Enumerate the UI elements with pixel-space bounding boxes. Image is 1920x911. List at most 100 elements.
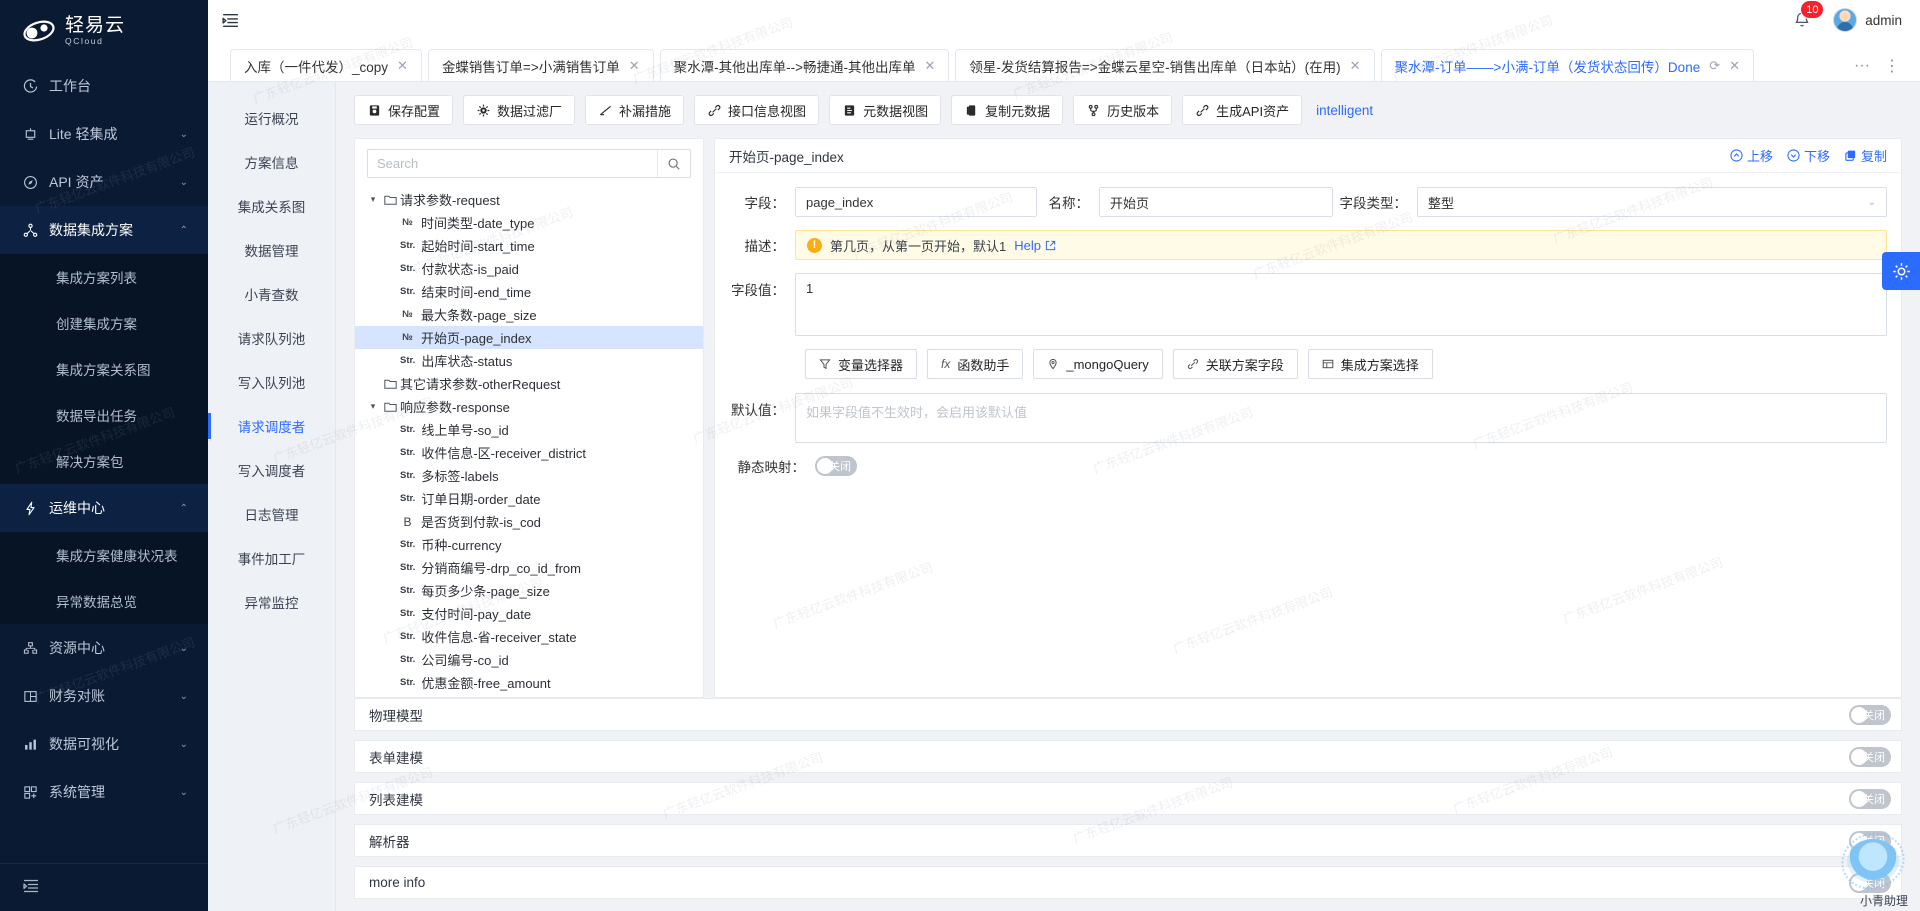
tree-leaf-node[interactable]: Str. 优惠金额-free_amount xyxy=(355,671,703,694)
menu2-item-relation-graph[interactable]: 集成关系图 xyxy=(208,184,335,228)
name-input[interactable]: 开始页 xyxy=(1099,187,1333,217)
field-type-select[interactable]: 整型 ⌄ xyxy=(1417,187,1887,217)
intelligent-link[interactable]: intelligent xyxy=(1316,103,1373,118)
menu2-item-event-factory[interactable]: 事件加工厂 xyxy=(208,536,335,580)
sidebar-item-data-integration[interactable]: 数据集成方案 ⌃ xyxy=(0,206,208,254)
sidebar-item-scheme-list[interactable]: 集成方案列表 xyxy=(0,254,208,300)
tree-leaf-node[interactable]: Str. 每页多少条-page_size xyxy=(355,579,703,602)
menu2-item-request-scheduler[interactable]: 请求调度者 xyxy=(208,404,335,448)
accordion-toggle[interactable]: 关闭 xyxy=(1849,747,1891,767)
scheme-select-button[interactable]: 集成方案选择 xyxy=(1308,349,1433,379)
accordion-more-info[interactable]: more info 关闭 xyxy=(354,866,1902,899)
close-icon[interactable]: ✕ xyxy=(1729,58,1740,74)
collapse-sidebar-icon[interactable] xyxy=(22,877,40,898)
tree-leaf-node[interactable]: Str. 订单日期-order_date xyxy=(355,487,703,510)
tree-leaf-node[interactable]: Str. 线上单号-so_id xyxy=(355,418,703,441)
accordion-physical-model[interactable]: 物理模型 关闭 xyxy=(354,698,1902,731)
copy-metadata-button[interactable]: 复制元数据 xyxy=(951,95,1063,125)
close-icon[interactable]: ✕ xyxy=(925,58,936,74)
close-icon[interactable]: ✕ xyxy=(397,58,408,74)
chevron-down-icon[interactable]: ⌄ xyxy=(1868,197,1876,208)
tree-leaf-node[interactable]: Str. 起始时间-start_time xyxy=(355,234,703,257)
close-icon[interactable]: ✕ xyxy=(629,58,640,74)
reload-icon[interactable]: ⟳ xyxy=(1709,58,1720,74)
menu2-item-write-scheduler[interactable]: 写入调度者 xyxy=(208,448,335,492)
search-input[interactable] xyxy=(368,150,657,177)
sidebar-item-system-mgmt[interactable]: 系统管理 ⌄ xyxy=(0,768,208,816)
assistant-widget[interactable] xyxy=(1836,825,1910,883)
tree-folder-node[interactable]: ▾ 响应参数-response xyxy=(355,395,703,418)
tree-folder-node[interactable]: ▾ 其它请求参数-otherRequest xyxy=(355,372,703,395)
sidebar-item-export-task[interactable]: 数据导出任务 xyxy=(0,392,208,438)
function-helper-button[interactable]: fx 函数助手 xyxy=(927,349,1023,379)
default-value-editor[interactable]: 如果字段值不生效时，会启用该默认值 xyxy=(795,393,1887,443)
more-vertical-icon[interactable]: ⋮ xyxy=(1878,56,1906,76)
save-config-button[interactable]: 保存配置 xyxy=(354,95,453,125)
help-link[interactable]: Help xyxy=(1014,238,1056,253)
search-button[interactable] xyxy=(657,150,690,177)
variable-selector-button[interactable]: 变量选择器 xyxy=(805,349,917,379)
tree-leaf-node[interactable]: № 时间类型-date_type xyxy=(355,211,703,234)
accordion-toggle[interactable]: 关闭 xyxy=(1849,789,1891,809)
generate-api-asset-button[interactable]: 生成API资产 xyxy=(1182,95,1302,125)
accordion-toggle[interactable]: 关闭 xyxy=(1849,705,1891,725)
menu2-item-request-queue[interactable]: 请求队列池 xyxy=(208,316,335,360)
username-label[interactable]: admin xyxy=(1865,13,1902,28)
sidebar-item-ops-center[interactable]: 运维中心 ⌃ xyxy=(0,484,208,532)
menu2-item-query[interactable]: 小青查数 xyxy=(208,272,335,316)
sidebar-item-finance[interactable]: 财务对账 ⌄ xyxy=(0,672,208,720)
tree-leaf-node[interactable]: Str. 多标签-labels xyxy=(355,464,703,487)
accordion-parser[interactable]: 解析器 关闭 xyxy=(354,824,1902,857)
move-down-button[interactable]: 下移 xyxy=(1787,146,1830,165)
menu2-item-write-queue[interactable]: 写入队列池 xyxy=(208,360,335,404)
sidebar-item-solution-package[interactable]: 解决方案包 xyxy=(0,438,208,484)
sidebar-item-api-assets[interactable]: API 资产 ⌄ xyxy=(0,158,208,206)
related-scheme-field-button[interactable]: 关联方案字段 xyxy=(1173,349,1298,379)
copy-field-button[interactable]: 复制 xyxy=(1844,146,1887,165)
accordion-form-modeling[interactable]: 表单建模 关闭 xyxy=(354,740,1902,773)
sidebar-item-resource-center[interactable]: 资源中心 ⌄ xyxy=(0,624,208,672)
tree-leaf-node[interactable]: Str. 支付时间-pay_date xyxy=(355,602,703,625)
sidebar-item-abnormal-data[interactable]: 异常数据总览 xyxy=(0,578,208,624)
tree-leaf-node-selected[interactable]: № 开始页-page_index xyxy=(355,326,703,349)
api-info-view-button[interactable]: 接口信息视图 xyxy=(694,95,819,125)
menu2-item-data-mgmt[interactable]: 数据管理 xyxy=(208,228,335,272)
tree-leaf-node[interactable]: Str. 币种-currency xyxy=(355,533,703,556)
sidebar-item-scheme-health[interactable]: 集成方案健康状况表 xyxy=(0,532,208,578)
menu-collapse-button[interactable] xyxy=(208,0,252,40)
brand-logo[interactable]: 轻易云 QCloud xyxy=(0,0,208,62)
tree-leaf-node[interactable]: Str. 收件信息-区-receiver_district xyxy=(355,441,703,464)
tab-item[interactable]: 金蝶销售订单=>小满销售订单 ✕ xyxy=(428,49,654,81)
menu2-item-overview[interactable]: 运行概况 xyxy=(208,96,335,140)
tree-leaf-node[interactable]: Str. 分销商编号-drp_co_id_from xyxy=(355,556,703,579)
data-filter-button[interactable]: 数据过滤厂 xyxy=(463,95,575,125)
menu2-item-exception-monitor[interactable]: 异常监控 xyxy=(208,580,335,624)
menu2-item-log-mgmt[interactable]: 日志管理 xyxy=(208,492,335,536)
tree-leaf-node[interactable]: B 是否货到付款-is_cod xyxy=(355,510,703,533)
move-up-button[interactable]: 上移 xyxy=(1730,146,1773,165)
mongo-query-button[interactable]: _mongoQuery xyxy=(1033,349,1162,379)
sidebar-item-scheme-graph[interactable]: 集成方案关系图 xyxy=(0,346,208,392)
tab-item[interactable]: 入库（一件代发）_copy ✕ xyxy=(230,49,422,81)
tree-leaf-node[interactable]: № 最大条数-page_size xyxy=(355,303,703,326)
notifications-button[interactable]: 10 xyxy=(1789,7,1815,33)
caret-down-icon[interactable]: ▾ xyxy=(365,401,381,412)
field-input[interactable]: page_index xyxy=(795,187,1037,217)
close-icon[interactable]: ✕ xyxy=(1350,58,1361,74)
tab-item-active[interactable]: 聚水潭-订单——>小满-订单（发货状态回传）Done ⟳ ✕ xyxy=(1381,49,1754,81)
avatar[interactable] xyxy=(1833,8,1857,32)
sidebar-item-workbench[interactable]: 工作台 xyxy=(0,62,208,110)
caret-down-icon[interactable]: ▾ xyxy=(365,194,381,205)
sidebar-item-visualization[interactable]: 数据可视化 ⌄ xyxy=(0,720,208,768)
tree-leaf-node[interactable]: Str. 快递公司编码-lc_id xyxy=(355,694,703,697)
tree-leaf-node[interactable]: Str. 付款状态-is_paid xyxy=(355,257,703,280)
tree-leaf-node[interactable]: Str. 结束时间-end_time xyxy=(355,280,703,303)
tab-item[interactable]: 聚水潭-其他出库单-->畅捷通-其他出库单 ✕ xyxy=(660,49,950,81)
field-value-editor[interactable]: 1 xyxy=(795,273,1887,336)
tab-item[interactable]: 领星-发货结算报告=>金蝶云星空-销售出库单（日本站）(在用) ✕ xyxy=(955,49,1374,81)
sidebar-collapse-footer[interactable] xyxy=(0,863,208,911)
sidebar-item-lite[interactable]: Lite 轻集成 ⌄ xyxy=(0,110,208,158)
patch-measure-button[interactable]: 补漏措施 xyxy=(585,95,684,125)
metadata-view-button[interactable]: 元数据视图 xyxy=(829,95,941,125)
tree-leaf-node[interactable]: Str. 收件信息-省-receiver_state xyxy=(355,625,703,648)
